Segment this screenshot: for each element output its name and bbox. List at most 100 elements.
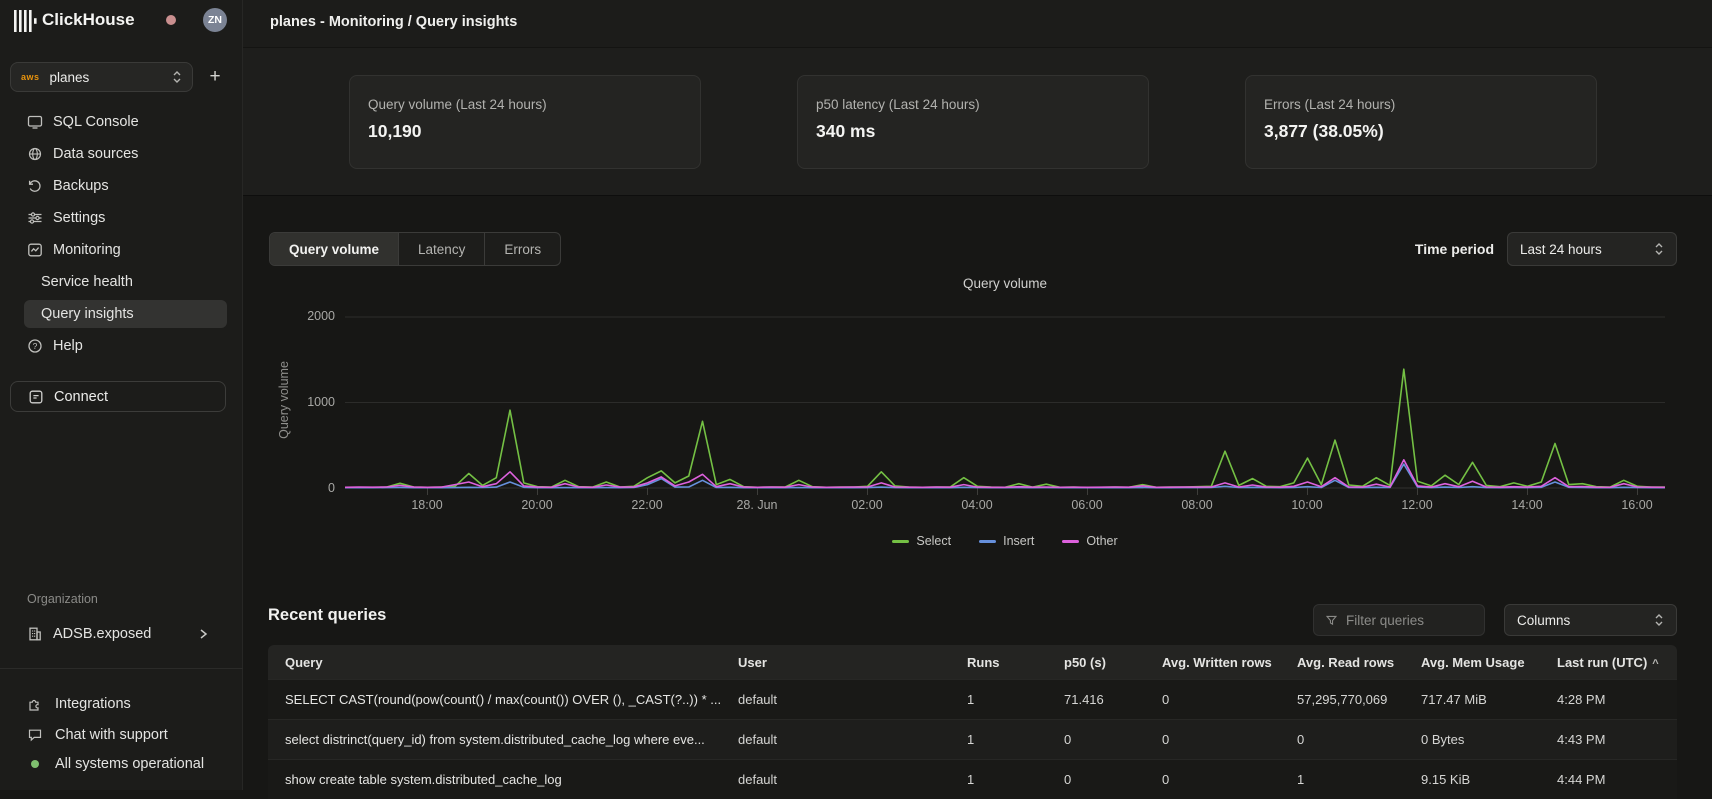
col-user[interactable]: User bbox=[721, 655, 950, 670]
time-period-label: Time period bbox=[1415, 241, 1494, 257]
col-runs[interactable]: Runs bbox=[950, 655, 1047, 670]
sidebar-item-monitoring[interactable]: Monitoring bbox=[0, 236, 243, 264]
x-tick: 14:00 bbox=[1482, 498, 1572, 512]
col-avg-read[interactable]: Avg. Read rows bbox=[1280, 655, 1404, 670]
add-service-button[interactable]: + bbox=[202, 64, 228, 90]
avg-read-cell: 1 bbox=[1280, 772, 1404, 787]
stat-card-p50-latency: p50 latency (Last 24 hours) 340 ms bbox=[797, 75, 1149, 169]
sidebar-item-sql-console[interactable]: SQL Console bbox=[0, 108, 243, 136]
connect-button[interactable]: Connect bbox=[10, 381, 226, 412]
x-tick: 02:00 bbox=[822, 498, 912, 512]
stat-value: 340 ms bbox=[816, 121, 1130, 142]
insert-series-swatch bbox=[979, 540, 996, 543]
system-status[interactable]: All systems operational bbox=[0, 750, 243, 778]
stat-label: Errors (Last 24 hours) bbox=[1264, 97, 1578, 112]
legend-label: Insert bbox=[1003, 534, 1034, 548]
chat-support-label: Chat with support bbox=[55, 727, 168, 743]
aws-icon: aws bbox=[21, 72, 40, 82]
service-selector[interactable]: aws planes bbox=[10, 62, 193, 92]
connect-label: Connect bbox=[54, 389, 108, 405]
sidebar-item-label: Monitoring bbox=[53, 242, 121, 258]
table-row[interactable]: select distrinct(query_id) from system.d… bbox=[268, 719, 1677, 759]
runs-cell: 1 bbox=[950, 772, 1047, 787]
chart-tabs: Query volume Latency Errors bbox=[269, 232, 561, 266]
p50-cell: 71.416 bbox=[1047, 692, 1145, 707]
avg-written-cell: 0 bbox=[1145, 692, 1280, 707]
sidebar-item-service-health[interactable]: Service health bbox=[0, 268, 243, 296]
chart-title: Query volume bbox=[345, 276, 1665, 291]
p50-cell: 0 bbox=[1047, 732, 1145, 747]
tab-latency[interactable]: Latency bbox=[398, 233, 484, 265]
col-avg-mem[interactable]: Avg. Mem Usage bbox=[1404, 655, 1540, 670]
sidebar-item-data-sources[interactable]: Data sources bbox=[0, 140, 243, 168]
recent-queries-title: Recent queries bbox=[268, 606, 386, 625]
time-period-row: Time period Last 24 hours bbox=[1415, 232, 1677, 266]
legend-select[interactable]: Select bbox=[892, 534, 951, 548]
organization-selector[interactable]: ADSB.exposed bbox=[0, 620, 243, 648]
col-avg-written[interactable]: Avg. Written rows bbox=[1145, 655, 1280, 670]
avg-written-cell: 0 bbox=[1145, 772, 1280, 787]
breadcrumb: planes - Monitoring / Query insights bbox=[270, 14, 517, 30]
runs-cell: 1 bbox=[950, 732, 1047, 747]
table-row[interactable]: show create table system.distributed_cac… bbox=[268, 759, 1677, 799]
x-tick: 22:00 bbox=[602, 498, 692, 512]
status-label: All systems operational bbox=[55, 756, 204, 772]
last-run-cell: 4:28 PM bbox=[1540, 692, 1677, 707]
table-row[interactable]: SELECT CAST(round(pow(count() / max(coun… bbox=[268, 679, 1677, 719]
table-header-row: Query User Runs p50 (s) Avg. Written row… bbox=[268, 645, 1677, 679]
query-cell: select distrinct(query_id) from system.d… bbox=[268, 732, 721, 747]
clickhouse-logo-icon bbox=[14, 10, 38, 32]
stat-value: 10,190 bbox=[368, 121, 682, 142]
connect-icon bbox=[28, 389, 44, 405]
x-tick: 06:00 bbox=[1042, 498, 1132, 512]
sidebar-item-label: Data sources bbox=[53, 146, 138, 162]
settings-sliders-icon bbox=[27, 210, 43, 226]
sidebar-item-label: Backups bbox=[53, 178, 109, 194]
tab-query-volume[interactable]: Query volume bbox=[270, 233, 398, 265]
tab-errors[interactable]: Errors bbox=[484, 233, 560, 265]
legend-other[interactable]: Other bbox=[1062, 534, 1117, 548]
legend-insert[interactable]: Insert bbox=[979, 534, 1034, 548]
sidebar-item-help[interactable]: ? Help bbox=[0, 332, 243, 360]
chat-support-link[interactable]: Chat with support bbox=[0, 721, 243, 749]
last-run-cell: 4:43 PM bbox=[1540, 732, 1677, 747]
integrations-label: Integrations bbox=[55, 696, 131, 712]
sidebar-item-label: SQL Console bbox=[53, 114, 139, 130]
x-tick: 28. Jun bbox=[712, 498, 802, 512]
sql-console-icon bbox=[27, 114, 43, 130]
col-query[interactable]: Query bbox=[268, 655, 721, 670]
monitoring-icon bbox=[27, 242, 43, 258]
status-ok-dot bbox=[31, 760, 39, 768]
organization-name: ADSB.exposed bbox=[53, 626, 151, 642]
avatar[interactable]: ZN bbox=[203, 8, 227, 32]
avg-read-cell: 0 bbox=[1280, 732, 1404, 747]
chart-legend: Select Insert Other bbox=[345, 534, 1665, 548]
x-tick: 12:00 bbox=[1372, 498, 1462, 512]
avg-written-cell: 0 bbox=[1145, 732, 1280, 747]
other-series-swatch bbox=[1062, 540, 1079, 543]
avg-read-cell: 57,295,770,069 bbox=[1280, 692, 1404, 707]
recent-queries-table: Query User Runs p50 (s) Avg. Written row… bbox=[268, 645, 1677, 799]
sidebar-item-label: Service health bbox=[41, 274, 133, 290]
x-tick: 16:00 bbox=[1592, 498, 1682, 512]
time-period-select[interactable]: Last 24 hours bbox=[1507, 232, 1677, 266]
sidebar-item-query-insights[interactable]: Query insights bbox=[0, 300, 243, 328]
user-cell: default bbox=[721, 732, 950, 747]
x-tick: 04:00 bbox=[932, 498, 1022, 512]
sidebar-item-backups[interactable]: Backups bbox=[0, 172, 243, 200]
integrations-link[interactable]: Integrations bbox=[0, 690, 243, 718]
filter-queries-input[interactable]: Filter queries bbox=[1313, 604, 1485, 636]
integrations-puzzle-icon bbox=[27, 696, 43, 712]
main-area: planes - Monitoring / Query insights Que… bbox=[243, 0, 1712, 790]
col-last-run[interactable]: Last run (UTC)^ bbox=[1540, 655, 1677, 670]
x-tick: 18:00 bbox=[382, 498, 472, 512]
last-run-cell: 4:44 PM bbox=[1540, 772, 1677, 787]
query-volume-chart[interactable] bbox=[345, 313, 1665, 498]
runs-cell: 1 bbox=[950, 692, 1047, 707]
sidebar-item-settings[interactable]: Settings bbox=[0, 204, 243, 232]
columns-select[interactable]: Columns bbox=[1504, 604, 1677, 636]
col-p50[interactable]: p50 (s) bbox=[1047, 655, 1145, 670]
filter-placeholder: Filter queries bbox=[1346, 613, 1424, 628]
avg-mem-cell: 717.47 MiB bbox=[1404, 692, 1540, 707]
svg-text:?: ? bbox=[33, 341, 38, 351]
